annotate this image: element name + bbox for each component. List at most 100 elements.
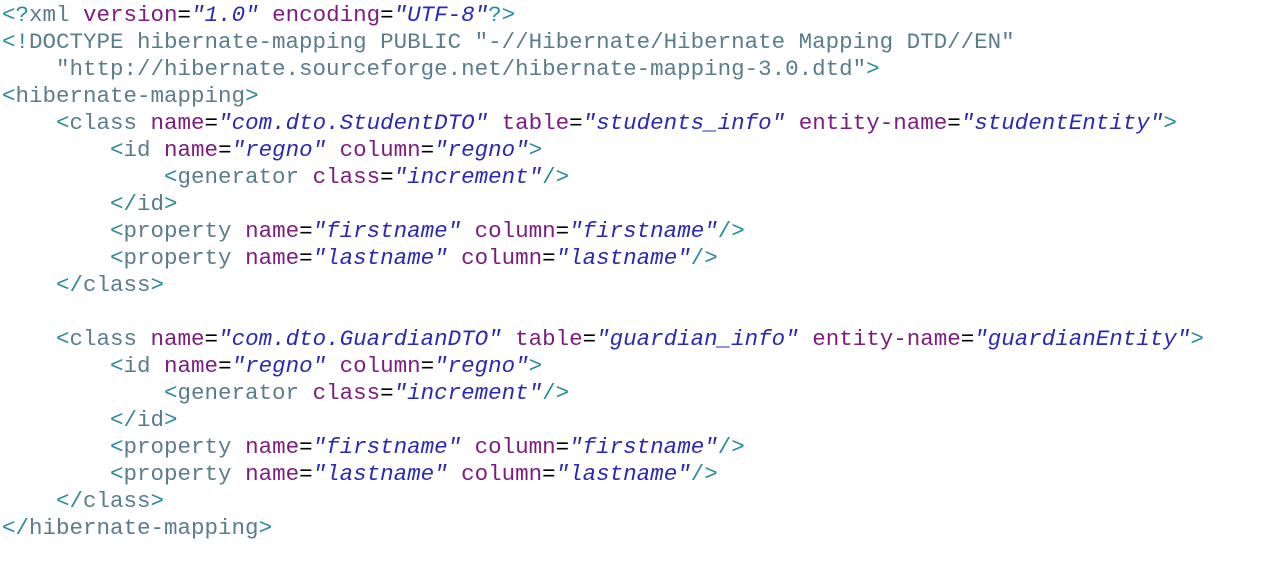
code-token-attr: table: [515, 326, 583, 352]
code-line: <property name="firstname" column="first…: [2, 434, 1260, 461]
code-line: </hibernate-mapping>: [2, 515, 1260, 542]
code-token-string: "regno": [231, 137, 327, 163]
code-token-tag: "http://hibernate.sourceforge.net/hibern…: [2, 56, 867, 82]
code-token-bracket: >: [866, 56, 880, 82]
code-token-bracket: </: [2, 272, 84, 298]
code-line: </id>: [2, 191, 1260, 218]
code-token-bracket: >: [528, 353, 543, 379]
code-token-bracket: <: [2, 461, 124, 487]
code-token-bracket: >: [164, 191, 178, 217]
code-line: <generator class="increment"/>: [2, 380, 1260, 407]
code-token-text: =: [420, 353, 435, 379]
code-token-attr: name: [150, 110, 205, 136]
code-token-string: "increment": [393, 380, 543, 406]
code-line: <class name="com.dto.StudentDTO" table="…: [2, 110, 1260, 137]
code-token-text: =: [555, 218, 570, 244]
code-token-bracket: >: [150, 488, 165, 514]
code-token-string: "regno": [434, 353, 529, 379]
code-token-text: =: [420, 137, 435, 163]
code-line: </id>: [2, 407, 1260, 434]
code-token-bracket: <: [2, 380, 178, 406]
code-token-bracket: <: [2, 218, 124, 244]
code-token-text: =: [380, 164, 394, 190]
code-token-tag: property: [123, 434, 246, 460]
code-token-string: "firstname": [569, 434, 718, 460]
code-token-string: "firstname": [312, 434, 462, 460]
code-line: <property name="lastname" column="lastna…: [2, 245, 1260, 272]
code-token-text: =: [569, 110, 583, 136]
code-token-bracket: </: [2, 515, 30, 541]
code-token-string: "firstname": [312, 218, 462, 244]
code-token-bracket: />: [690, 461, 718, 487]
code-line: <property name="lastname" column="lastna…: [2, 461, 1260, 488]
code-token-bracket: />: [717, 218, 745, 244]
code-line: <class name="com.dto.GuardianDTO" table=…: [2, 326, 1260, 353]
code-token-bracket: <: [2, 164, 178, 190]
code-token-tag: id: [137, 407, 165, 433]
code-token-tag: "-//Hibernate/Hibernate Mapping DTD//EN": [474, 29, 1015, 55]
code-token-attr: version: [83, 2, 178, 28]
code-token-string: "lastname": [312, 245, 448, 271]
code-token-bracket: >: [164, 407, 178, 433]
code-line: <property name="firstname" column="first…: [2, 218, 1260, 245]
code-token-string: "1.0": [191, 2, 259, 28]
code-token-attr: column: [339, 137, 421, 163]
code-token-tag: DOCTYPE hibernate-mapping PUBLIC: [29, 29, 475, 55]
code-token-text: =: [299, 434, 313, 460]
code-token-string: "guardianEntity": [974, 326, 1191, 352]
code-token-bracket: ?>: [488, 2, 516, 28]
code-token-string: "increment": [393, 164, 543, 190]
code-token-attr: name: [245, 245, 300, 271]
code-token-tag: generator: [177, 380, 313, 406]
code-token-string: "firstname": [569, 218, 718, 244]
code-token-tag: property: [123, 245, 246, 271]
code-token-attr: column: [474, 434, 556, 460]
code-editor[interactable]: <?xml version="1.0" encoding="UTF-8"?> <!…: [2, 2, 1260, 562]
code-token-bracket: />: [690, 245, 718, 271]
code-token-attr: column: [474, 218, 556, 244]
code-token-bracket: <: [2, 326, 70, 352]
code-token-text: =: [960, 326, 975, 352]
code-token-bracket: <: [2, 137, 124, 163]
code-token-bracket: <: [2, 83, 16, 109]
code-token-tag: generator: [177, 164, 313, 190]
code-line: <id name="regno" column="regno">: [2, 137, 1260, 164]
code-token-text: =: [218, 353, 232, 379]
code-token-text: =: [204, 326, 219, 352]
code-token-attr: name: [164, 137, 219, 163]
code-token-bracket: >: [1163, 110, 1177, 136]
code-line: <generator class="increment"/>: [2, 164, 1260, 191]
code-token-bracket: <: [2, 245, 124, 271]
code-token-tag: id: [137, 191, 165, 217]
code-token-bracket: </: [2, 488, 84, 514]
code-token-bracket: <: [2, 110, 70, 136]
code-token-tag: hibernate-mapping: [15, 83, 246, 109]
code-token-attr: entity-name: [812, 326, 961, 352]
code-token-attr: column: [461, 461, 543, 487]
code-line: <!DOCTYPE hibernate-mapping PUBLIC "-//H…: [2, 29, 1260, 56]
code-token-attr: column: [339, 353, 421, 379]
code-token-bracket: <!: [2, 29, 30, 55]
code-token-attr: column: [461, 245, 543, 271]
code-token-attr: name: [150, 326, 205, 352]
code-token-attr: name: [245, 461, 300, 487]
code-token-attr: encoding: [272, 2, 381, 28]
code-token-text: =: [947, 110, 961, 136]
code-token-string: "lastname": [555, 245, 691, 271]
code-token-attr: entity-name: [798, 110, 948, 136]
code-token-text: =: [177, 2, 192, 28]
code-token-string: "guardian_info": [596, 326, 799, 352]
code-token-string: "UTF-8": [393, 2, 489, 28]
code-token-text: =: [299, 245, 313, 271]
code-token-bracket: />: [717, 434, 745, 460]
code-token-attr: class: [312, 380, 381, 406]
code-token-text: =: [218, 137, 232, 163]
